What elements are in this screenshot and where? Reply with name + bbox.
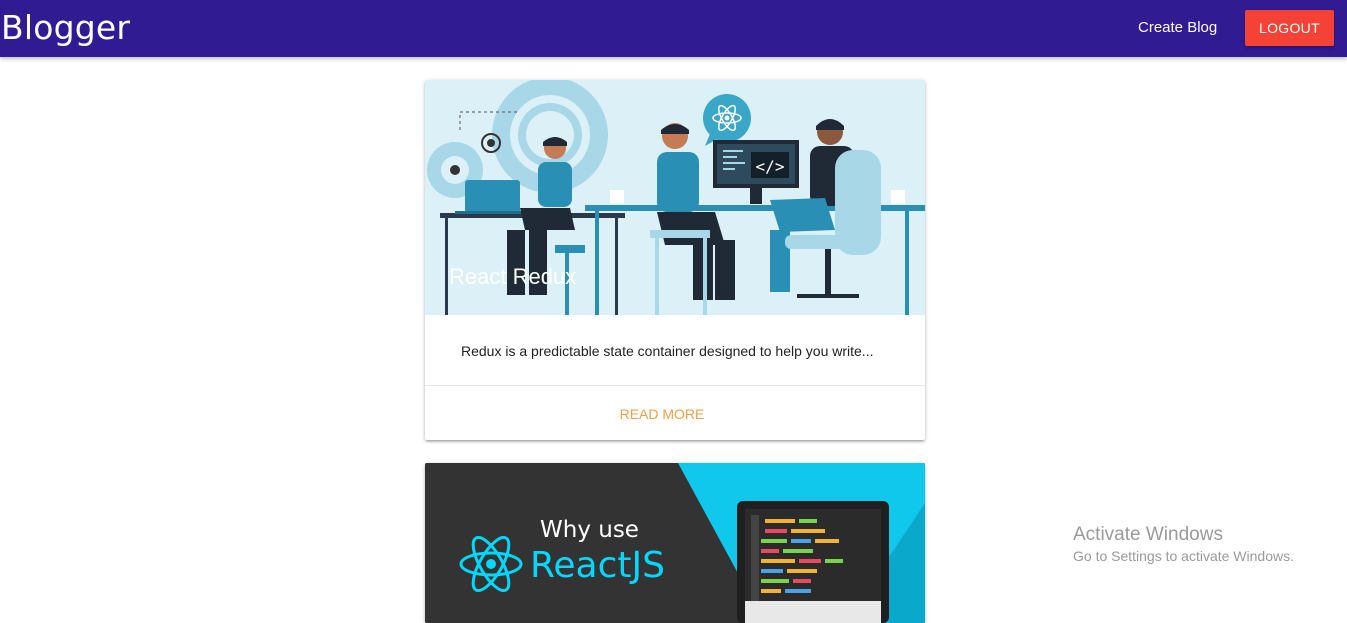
watermark-title: Activate Windows: [1073, 524, 1223, 545]
card-image: Why use ReactJS: [425, 463, 925, 623]
blog-card: </> React Redux Redux is a predictable s…: [425, 80, 925, 440]
card-content: Redux is a predictable state container d…: [425, 315, 925, 386]
banner-heading: Why use: [540, 517, 639, 543]
logout-button[interactable]: LOGOUT: [1245, 10, 1334, 46]
banner-brand: ReactJS: [530, 545, 665, 586]
windows-watermark: Activate Windows Go to Settings to activ…: [1073, 524, 1294, 565]
card-title: React Redux: [449, 264, 577, 289]
create-blog-link[interactable]: Create Blog: [1138, 18, 1217, 38]
card-action: READ MORE: [425, 387, 925, 440]
laptop-icon: [737, 501, 889, 623]
navbar: Blogger Create Blog LOGOUT: [0, 0, 1347, 57]
watermark-subtitle: Go to Settings to activate Windows.: [1073, 548, 1294, 564]
card-excerpt: Redux is a predictable state container d…: [461, 343, 874, 359]
code-symbol-icon: </>: [756, 157, 785, 176]
read-more-link[interactable]: READ MORE: [620, 406, 705, 422]
reactjs-banner: Why use ReactJS: [425, 463, 925, 623]
blog-card: Why use ReactJS: [425, 463, 925, 623]
brand-logo[interactable]: Blogger: [1, 9, 130, 47]
card-image: </> React Redux: [425, 80, 925, 315]
